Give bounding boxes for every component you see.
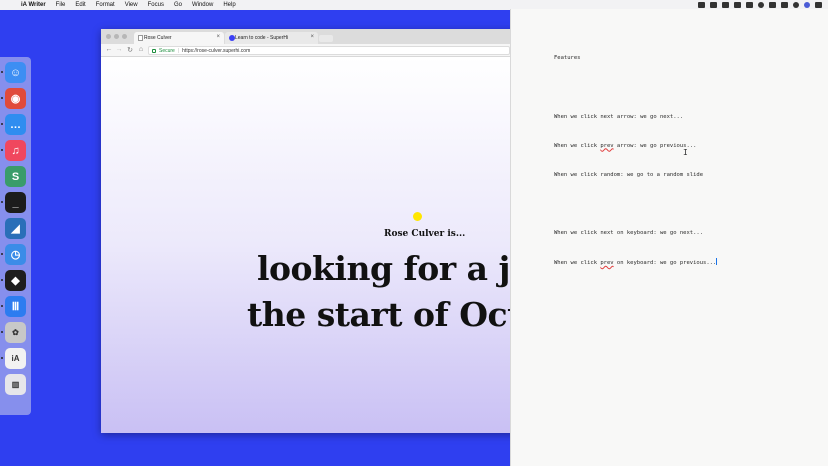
editor-line-text: When we click prev on keyboard: we go pr…	[554, 260, 717, 267]
editor-line: Features	[554, 55, 581, 62]
finder-icon[interactable]: ☺	[5, 62, 26, 83]
menu-focus[interactable]: Focus	[143, 0, 169, 10]
editor-text-area[interactable]: Features When we click next arrow: we go…	[554, 35, 718, 287]
dock: ☺ ◉ … ♫ S _ ◢ ◷ ◆ Ⅲ ✿ iA ▥	[0, 57, 31, 415]
tab-rose-culver[interactable]: Rose Culver ×	[134, 32, 224, 44]
menu-view[interactable]: View	[120, 0, 143, 10]
search-icon[interactable]	[793, 2, 799, 8]
editor-line: When we click random: we go to a random …	[554, 171, 704, 178]
misspelled-word: prev	[600, 142, 614, 149]
headline-line-2: the start of Oct	[247, 295, 519, 334]
page-icon	[138, 35, 143, 41]
itunes-icon[interactable]: ♫	[5, 140, 26, 161]
close-tab-icon[interactable]: ×	[216, 34, 220, 40]
terminal-icon[interactable]: _	[5, 192, 26, 213]
menu-window[interactable]: Window	[187, 0, 218, 10]
running-indicator	[1, 97, 3, 99]
cursor-highlight	[413, 212, 422, 221]
wifi-icon[interactable]	[769, 2, 776, 8]
tab-superhi[interactable]: Learn to code - SuperHi ×	[225, 32, 318, 44]
vscode-icon[interactable]: ◢	[5, 218, 26, 239]
ia-writer-icon[interactable]: iA	[5, 348, 26, 369]
close-tab-icon[interactable]: ×	[310, 34, 314, 40]
avatar[interactable]	[804, 2, 810, 8]
page-subtitle: Rose Culver is...	[384, 229, 466, 239]
menu-format[interactable]: Format	[91, 0, 120, 10]
intercom-icon[interactable]: Ⅲ	[5, 296, 26, 317]
trash-icon[interactable]: ▥	[5, 374, 26, 395]
minimize-window-icon[interactable]	[114, 34, 119, 39]
secure-label: Secure	[159, 47, 175, 54]
slack-icon[interactable]: S	[5, 166, 26, 187]
running-indicator	[1, 149, 3, 151]
url-separator: |	[177, 47, 180, 54]
running-indicator	[1, 201, 3, 203]
messages-icon[interactable]: …	[5, 114, 26, 135]
menu-app-name[interactable]: iA Writer	[16, 0, 51, 10]
editor-line: When we click next on keyboard: we go ne…	[554, 229, 704, 236]
lock-icon	[152, 48, 156, 53]
chrome-icon[interactable]: ◉	[5, 88, 26, 109]
browser-window: Rose Culver × Learn to code - SuperHi × …	[101, 29, 519, 433]
reload-icon[interactable]: ↻	[126, 46, 134, 54]
close-window-icon[interactable]	[106, 34, 111, 39]
editor-line: When we click prev arrow: we go previous…	[554, 142, 697, 149]
menu-edit[interactable]: Edit	[70, 0, 90, 10]
superhi-favicon-icon	[229, 35, 235, 41]
page-content: Rose Culver is... looking for a jo the s…	[101, 57, 519, 433]
editor-line-last: When we click prev on keyboard: we go pr…	[554, 258, 718, 268]
notification-center-icon[interactable]	[815, 2, 822, 8]
writer-window: Features When we click next arrow: we go…	[510, 9, 828, 466]
time-machine-icon[interactable]	[758, 2, 764, 8]
cloud-icon[interactable]	[734, 2, 741, 8]
screen-record-icon[interactable]	[698, 2, 705, 8]
status-area	[698, 2, 828, 8]
address-bar[interactable]: Secure | https://rose-culver.superhi.com	[148, 46, 510, 55]
back-arrow-icon[interactable]: ←	[105, 46, 113, 53]
browser-toolbar: ← → ↻ ⌂ Secure | https://rose-culver.sup…	[101, 44, 519, 57]
new-tab-button[interactable]	[319, 35, 333, 42]
sync-icon[interactable]	[722, 2, 729, 8]
running-indicator	[1, 253, 3, 255]
menu-go[interactable]: Go	[169, 0, 187, 10]
airplay-icon[interactable]	[746, 2, 753, 8]
headline-line-1: looking for a jo	[257, 249, 519, 288]
ibeam-cursor-icon: I	[683, 148, 688, 157]
menu-file[interactable]: File	[51, 0, 71, 10]
battery-icon[interactable]	[781, 2, 788, 8]
forward-arrow-icon[interactable]: →	[115, 46, 123, 53]
editor-line: When we click next arrow: we go next...	[554, 113, 684, 120]
figma-icon[interactable]: ◆	[5, 270, 26, 291]
dropbox-icon[interactable]	[710, 2, 717, 8]
misspelled-word: prev	[600, 260, 614, 267]
zoom-window-icon[interactable]	[122, 34, 127, 39]
photos-icon[interactable]: ✿	[5, 322, 26, 343]
running-indicator	[1, 279, 3, 281]
url-text: https://rose-culver.superhi.com	[182, 47, 251, 54]
tab-label: Learn to code - SuperHi	[235, 35, 289, 41]
running-indicator	[1, 71, 3, 73]
tab-strip: Rose Culver × Learn to code - SuperHi ×	[101, 29, 519, 44]
menu-help[interactable]: Help	[218, 0, 240, 10]
text-caret	[716, 258, 718, 266]
tab-label: Rose Culver	[144, 35, 172, 41]
running-indicator	[1, 331, 3, 333]
running-indicator	[1, 305, 3, 307]
running-indicator	[1, 123, 3, 125]
clock-icon[interactable]: ◷	[5, 244, 26, 265]
home-icon[interactable]: ⌂	[137, 46, 145, 53]
running-indicator	[1, 357, 3, 359]
